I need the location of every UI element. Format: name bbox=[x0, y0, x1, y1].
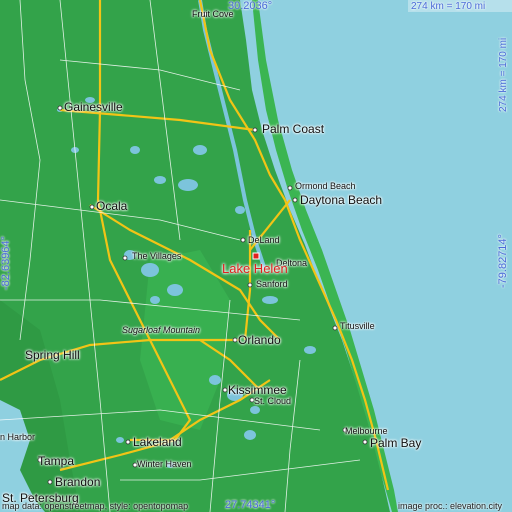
map-view[interactable]: Fruit Cove Gainesville Palm Coast Ormond… bbox=[0, 0, 512, 512]
coord-top: 30.2036° bbox=[228, 0, 273, 12]
label-lakeland: Lakeland bbox=[133, 435, 182, 449]
map-canvas bbox=[0, 0, 512, 512]
label-palm-coast: Palm Coast bbox=[262, 122, 325, 136]
coord-left: -82.63964° bbox=[0, 236, 12, 290]
scale-top: 274 km = 170 mi bbox=[411, 1, 486, 12]
label-sanford: Sanford bbox=[256, 279, 288, 289]
scale-right: 274 km = 170 mi bbox=[498, 37, 509, 112]
label-brandon: Brandon bbox=[55, 475, 101, 489]
label-gainesville: Gainesville bbox=[64, 100, 123, 114]
label-palm-bay: Palm Bay bbox=[370, 436, 422, 450]
label-kissimmee: Kissimmee bbox=[228, 383, 287, 397]
label-ormond-beach: Ormond Beach bbox=[295, 181, 356, 191]
label-st-cloud: St. Cloud bbox=[254, 396, 292, 406]
label-focus-city[interactable]: Lake Helen bbox=[222, 262, 288, 275]
label-sugarloaf-mountain: Sugarloaf Mountain bbox=[122, 325, 201, 335]
label-ocala: Ocala bbox=[96, 199, 128, 213]
coord-right: -79.82714° bbox=[497, 234, 509, 288]
focus-marker bbox=[252, 252, 260, 260]
label-the-villages: The Villages bbox=[132, 251, 182, 261]
credit-map-data: map data: openstreetmap, style: opentopo… bbox=[2, 501, 189, 511]
label-town-n-country: n Harbor bbox=[0, 432, 36, 442]
label-deland: DeLand bbox=[248, 235, 280, 245]
label-daytona-beach: Daytona Beach bbox=[300, 193, 383, 207]
label-melbourne: Melbourne bbox=[345, 426, 388, 436]
label-winter-haven: Winter Haven bbox=[137, 459, 192, 469]
label-tampa: Tampa bbox=[38, 454, 75, 468]
credit-image-proc: image proc.: elevation.city bbox=[398, 501, 503, 511]
label-orlando: Orlando bbox=[238, 333, 281, 347]
label-titusville: Titusville bbox=[340, 321, 375, 331]
label-spring-hill: Spring Hill bbox=[25, 348, 80, 362]
coord-bottom: 27.74341° bbox=[225, 499, 276, 511]
